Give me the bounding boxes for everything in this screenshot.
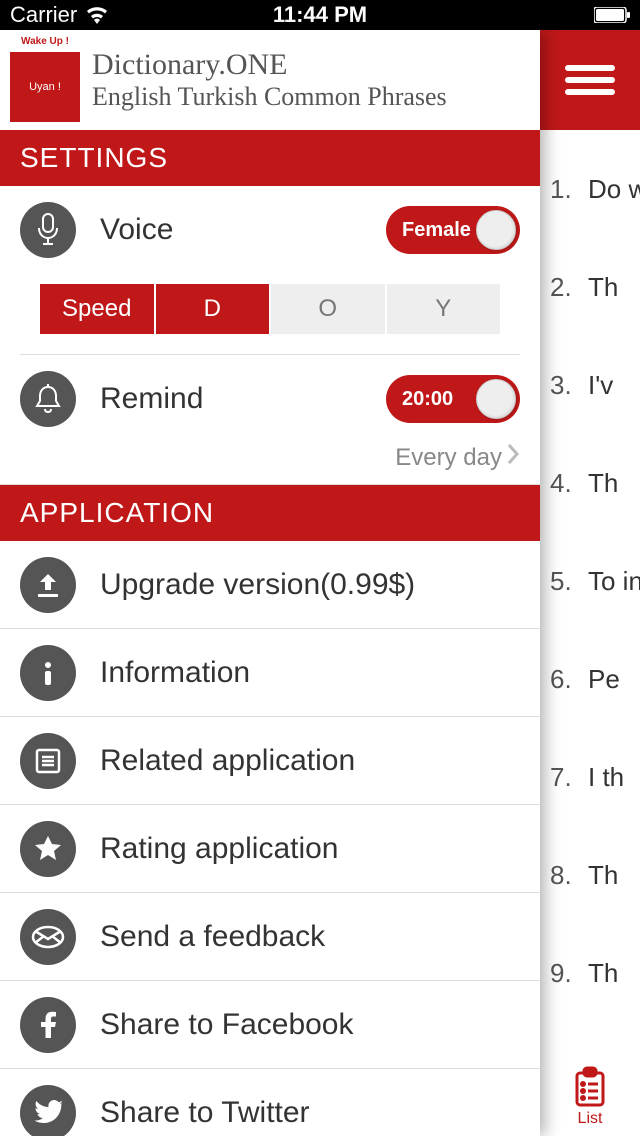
settings-panel: Wake Up ! Uyan ! Dictionary.ONE English … (0, 30, 540, 1136)
bell-icon (20, 371, 76, 427)
row-label: Related application (100, 744, 520, 778)
row-label: Information (100, 656, 520, 690)
rating-row[interactable]: Rating application (0, 805, 540, 893)
voice-row: Voice Female (0, 186, 540, 274)
app-subtitle: English Turkish Common Phrases (92, 82, 530, 112)
upload-icon (20, 557, 76, 613)
information-row[interactable]: Information (0, 629, 540, 717)
remind-label: Remind (100, 382, 386, 416)
voice-label: Voice (100, 213, 386, 247)
list-item[interactable]: 7.I th (540, 728, 640, 826)
facebook-icon (20, 997, 76, 1053)
remind-toggle[interactable]: 20:00 (386, 375, 520, 423)
upgrade-row[interactable]: Upgrade version(0.99$) (0, 541, 540, 629)
status-bar: Carrier 11:44 PM (0, 0, 640, 30)
row-label: Share to Twitter (100, 1096, 520, 1130)
remind-frequency[interactable]: Every day (0, 443, 540, 485)
remind-row: Remind 20:00 (0, 355, 540, 443)
voice-toggle[interactable]: Female (386, 206, 520, 254)
speed-segmented: Speed D O Y (40, 284, 500, 334)
list-item[interactable]: 3.I'v (540, 336, 640, 434)
info-icon (20, 645, 76, 701)
twitter-icon (20, 1085, 76, 1136)
row-label: Send a feedback (100, 920, 520, 954)
list-tab-label: List (570, 1110, 610, 1128)
star-icon (20, 821, 76, 877)
list-item[interactable]: 6.Pe (540, 630, 640, 728)
list-item[interactable]: 9.Th (540, 924, 640, 1022)
battery-icon (594, 7, 630, 23)
section-settings: SETTINGS (0, 130, 540, 186)
speed-opt-y[interactable]: Y (387, 284, 501, 334)
speed-opt-o[interactable]: O (271, 284, 385, 334)
app-header: Wake Up ! Uyan ! Dictionary.ONE English … (0, 30, 540, 130)
clock: 11:44 PM (273, 2, 367, 28)
chevron-right-icon (506, 443, 520, 472)
hamburger-icon (565, 59, 615, 101)
toggle-knob (476, 379, 516, 419)
toggle-knob (476, 210, 516, 250)
list-item[interactable]: 1.Do we (540, 140, 640, 238)
side-panel: 1.Do we 2.Th 3.I'v 4.Th 5.To int 6.Pe 7.… (540, 30, 640, 1136)
list-item[interactable]: 5.To int (540, 532, 640, 630)
carrier-label: Carrier (10, 2, 77, 28)
feedback-row[interactable]: Send a feedback (0, 893, 540, 981)
clipboard-list-icon (570, 1066, 610, 1108)
list-item[interactable]: 2.Th (540, 238, 640, 336)
list-tab-button[interactable]: List (570, 1066, 610, 1128)
section-application: APPLICATION (0, 485, 540, 541)
twitter-row[interactable]: Share to Twitter (0, 1069, 540, 1136)
logo-top-text: Wake Up ! (10, 36, 80, 47)
app-title: Dictionary.ONE (92, 48, 530, 82)
facebook-row[interactable]: Share to Facebook (0, 981, 540, 1069)
list-item[interactable]: 8.Th (540, 826, 640, 924)
mail-icon (20, 909, 76, 965)
row-label: Share to Facebook (100, 1008, 520, 1042)
list-item[interactable]: 4.Th (540, 434, 640, 532)
menu-button[interactable] (540, 30, 640, 130)
speed-label[interactable]: Speed (40, 284, 154, 334)
microphone-icon (20, 202, 76, 258)
phrase-list[interactable]: 1.Do we 2.Th 3.I'v 4.Th 5.To int 6.Pe 7.… (540, 130, 640, 1022)
row-label: Rating application (100, 832, 520, 866)
list-icon (20, 733, 76, 789)
related-app-row[interactable]: Related application (0, 717, 540, 805)
app-logo: Uyan ! (10, 52, 80, 122)
row-label: Upgrade version(0.99$) (100, 568, 520, 602)
speed-opt-d[interactable]: D (156, 284, 270, 334)
wifi-icon (85, 6, 109, 24)
